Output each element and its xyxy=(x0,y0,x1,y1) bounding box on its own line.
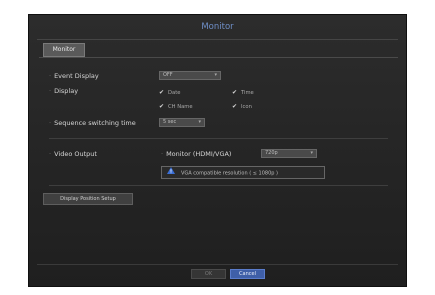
ok-button[interactable]: OK xyxy=(191,269,226,279)
title-divider xyxy=(37,39,398,40)
sequence-switching-select[interactable]: 5 sec ▾ xyxy=(159,118,205,127)
resolution-select[interactable]: 720p ▾ xyxy=(261,149,317,158)
chevron-down-icon: ▾ xyxy=(214,72,217,78)
bullet-icon: · xyxy=(161,150,164,158)
warning-icon xyxy=(167,167,175,179)
vga-resolution-note: VGA compatible resolution ( ≤ 1080p ) xyxy=(161,166,325,179)
sequence-switching-label: · Sequence switching time xyxy=(49,119,136,127)
monitor-output-label: · Monitor (HDMI/VGA) xyxy=(161,150,232,158)
chevron-down-icon: ▾ xyxy=(310,150,313,156)
display-icon-checkbox[interactable]: ✔ Icon xyxy=(232,103,252,110)
settings-panel: · Event Display OFF ▾ · Display ✔ Date ✔ Tim… xyxy=(39,57,398,278)
chevron-down-icon: ▾ xyxy=(198,119,201,125)
display-ch-name-checkbox[interactable]: ✔ CH Name xyxy=(159,103,193,110)
cancel-button[interactable]: Cancel xyxy=(230,269,265,279)
checkmark-icon: ✔ xyxy=(159,89,165,96)
bullet-icon: · xyxy=(49,119,52,127)
display-label: · Display xyxy=(49,87,79,95)
dialog-title: Monitor xyxy=(201,22,234,32)
event-display-select[interactable]: OFF ▾ xyxy=(159,71,221,80)
bullet-icon: · xyxy=(49,72,52,80)
tab-monitor[interactable]: Monitor xyxy=(43,43,85,57)
monitor-settings-dialog: Monitor Monitor · Event Display OFF ▾ · Di… xyxy=(28,14,407,287)
resolution-value: 720p xyxy=(265,150,278,156)
bullet-icon: · xyxy=(49,87,52,95)
checkmark-icon: ✔ xyxy=(232,103,238,110)
footer-divider xyxy=(37,264,398,265)
sequence-switching-value: 5 sec xyxy=(163,119,177,125)
section-divider xyxy=(49,185,388,186)
video-output-label: · Video Output xyxy=(49,150,97,158)
event-display-label: · Event Display xyxy=(49,72,99,80)
display-time-checkbox[interactable]: ✔ Time xyxy=(232,89,254,96)
display-position-setup-button[interactable]: Display Position Setup xyxy=(43,193,133,205)
section-divider xyxy=(49,138,388,139)
bullet-icon: · xyxy=(49,150,52,158)
event-display-value: OFF xyxy=(163,72,173,78)
checkmark-icon: ✔ xyxy=(159,103,165,110)
display-date-checkbox[interactable]: ✔ Date xyxy=(159,89,180,96)
checkmark-icon: ✔ xyxy=(232,89,238,96)
